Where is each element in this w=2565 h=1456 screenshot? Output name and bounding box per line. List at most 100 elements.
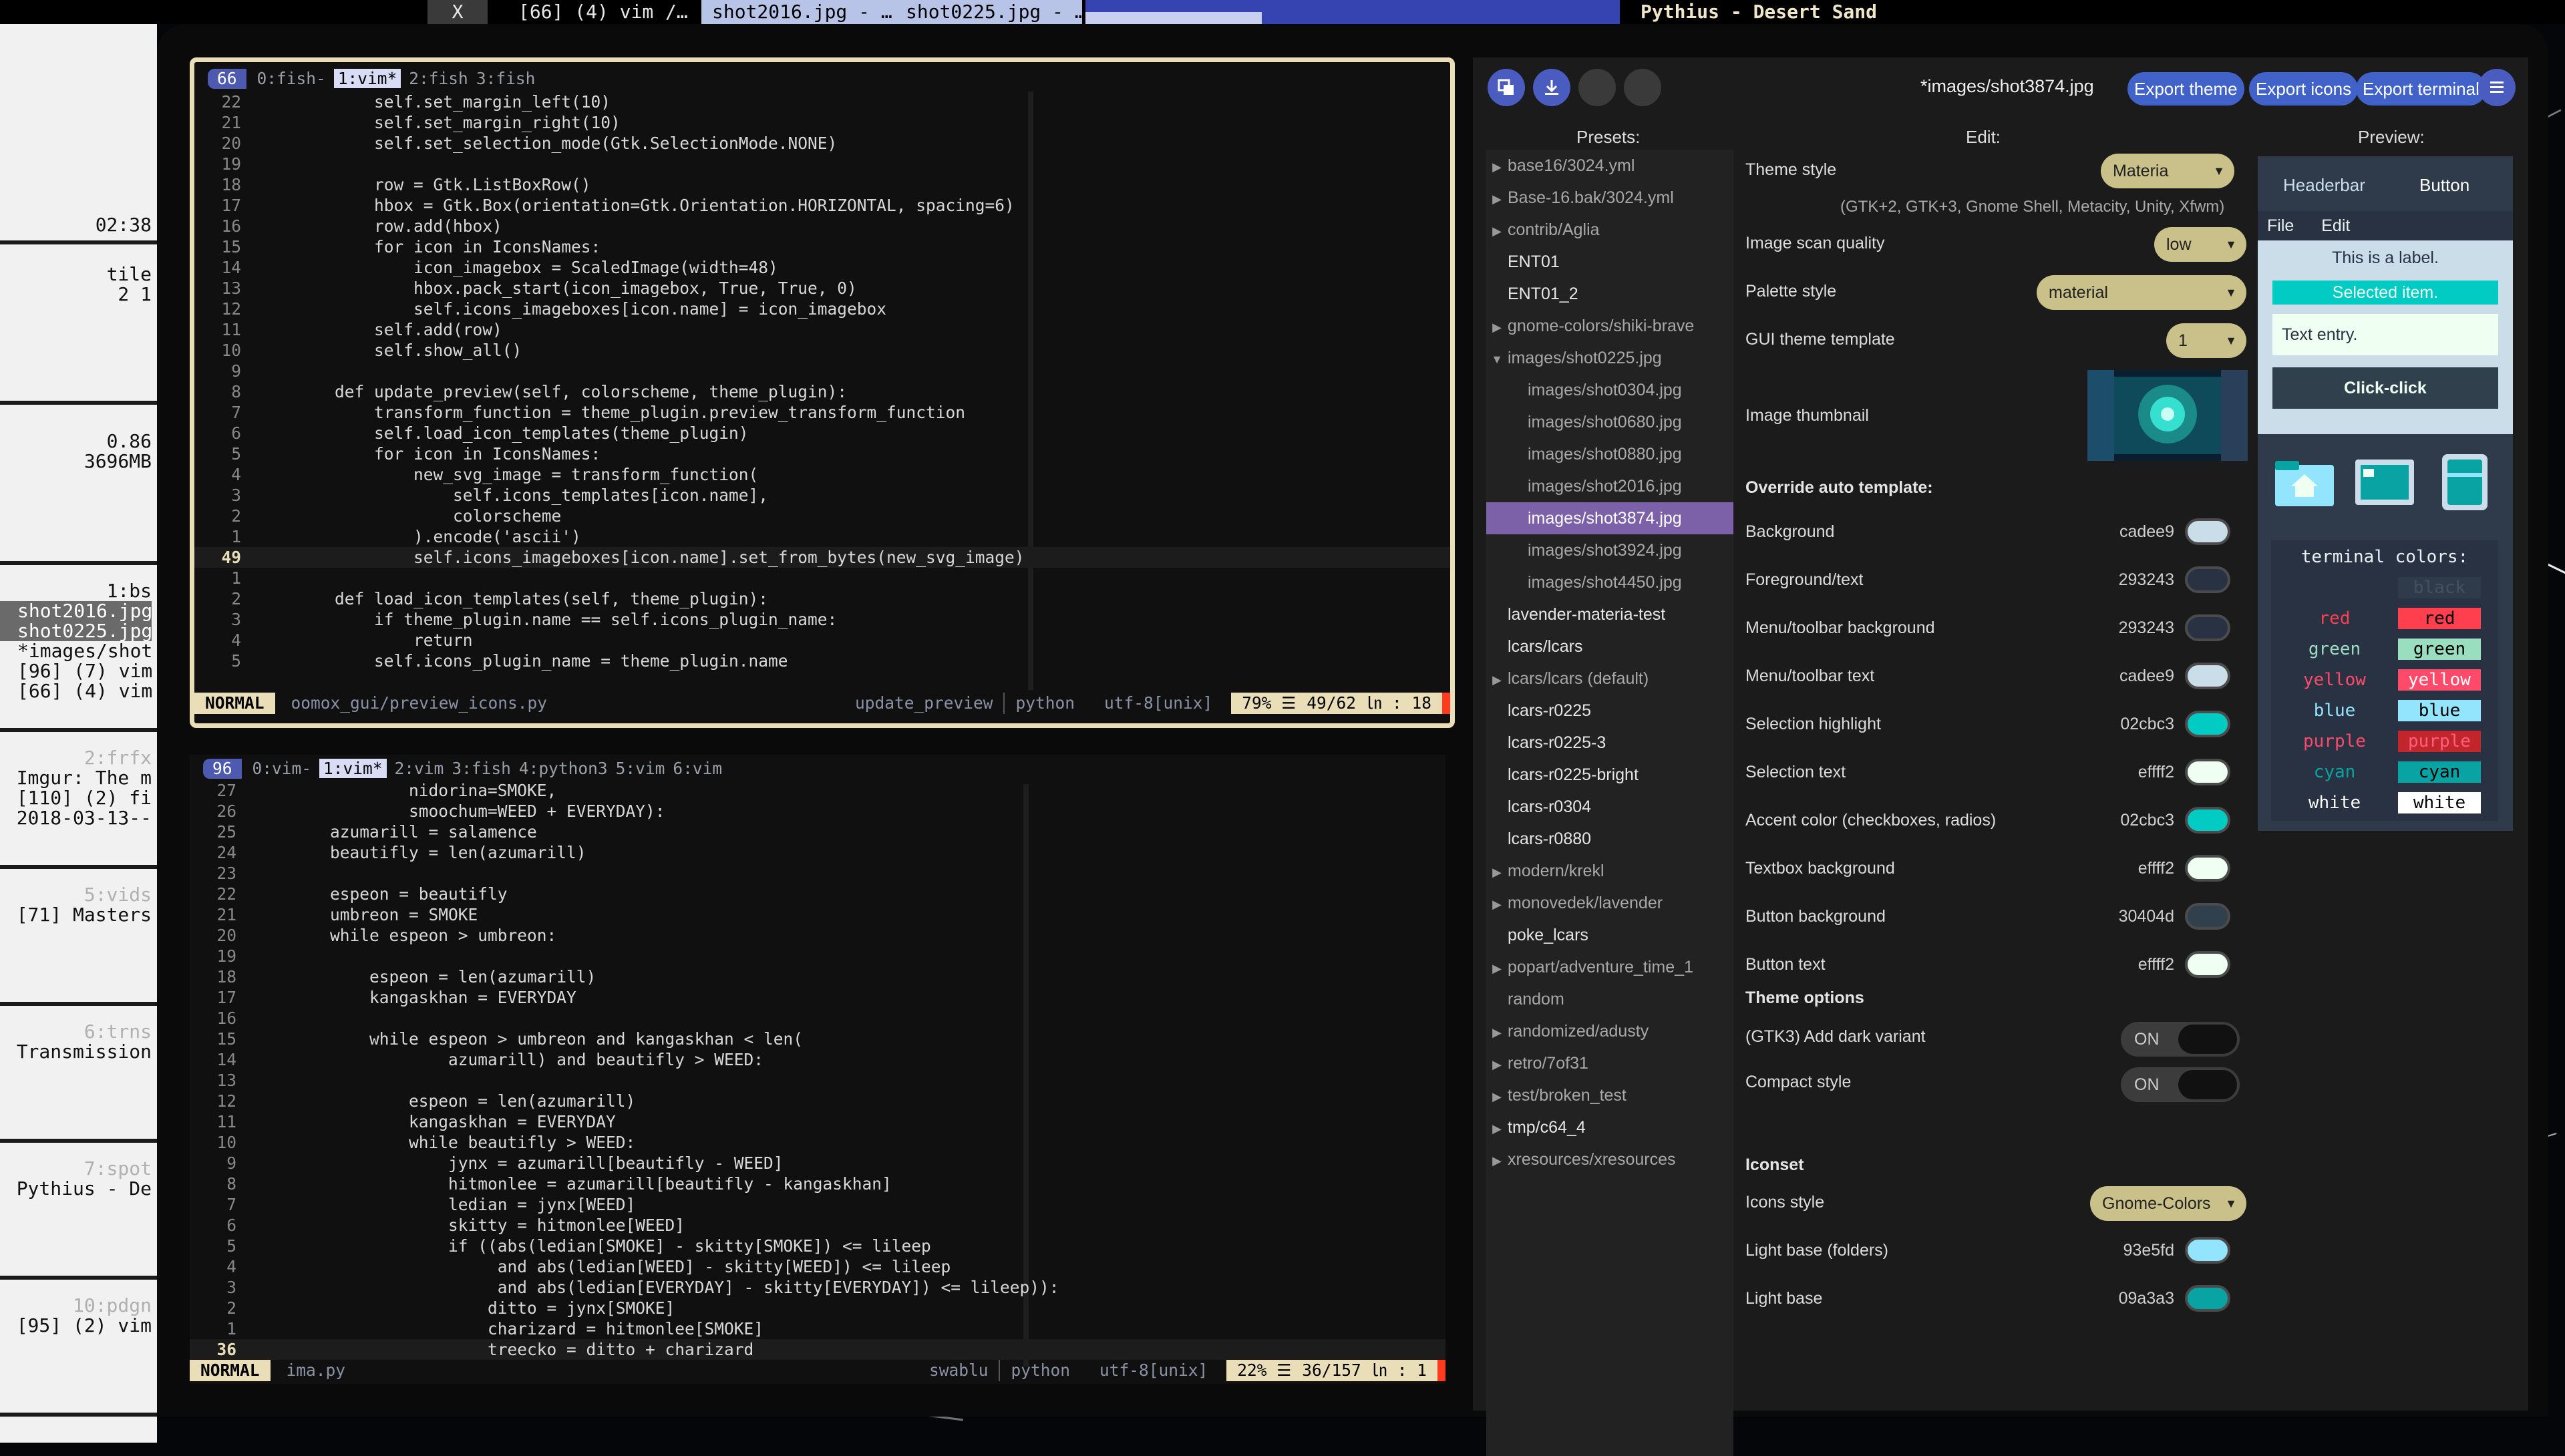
preset-item[interactable]: ▶test/broken_test xyxy=(1486,1079,1733,1111)
preset-item[interactable]: lavender-materia-test xyxy=(1486,598,1733,630)
code-line[interactable]: 4 return xyxy=(194,630,1450,651)
code-line[interactable]: 21 self.set_margin_right(10) xyxy=(194,112,1450,133)
color-swatch-button[interactable] xyxy=(2185,518,2230,545)
expander-icon[interactable]: ▶ xyxy=(1486,856,1508,887)
tmux-tab[interactable]: 2:vim xyxy=(395,759,452,778)
code-line[interactable]: 4 and abs(ledian[WEED] - skitty[WEED]) <… xyxy=(190,1256,1445,1277)
new-preset-button[interactable] xyxy=(1488,69,1525,106)
color-swatch-button[interactable] xyxy=(2185,1237,2230,1264)
code-line[interactable]: 17 kangaskhan = EVERYDAY xyxy=(190,987,1445,1008)
preset-item[interactable]: ▶randomized/adusty xyxy=(1486,1015,1733,1047)
tmux-tab[interactable]: 1:vim* xyxy=(319,759,387,778)
workspace-window[interactable]: Transmission xyxy=(0,1042,152,1062)
code-line[interactable]: 2 def load_icon_templates(self, theme_pl… xyxy=(194,588,1450,609)
taskbar-window-shot0225[interactable]: shot0225.jpg - … xyxy=(895,0,1082,24)
export-icons-button[interactable]: Export icons xyxy=(2249,72,2358,106)
code-line[interactable]: 15 for icon in IconsNames: xyxy=(194,236,1450,257)
workspace-window[interactable]: 2018-03-13-- xyxy=(0,808,152,828)
preset-item[interactable]: ▶monovedek/lavender xyxy=(1486,887,1733,919)
color-swatch-button[interactable] xyxy=(2185,759,2230,785)
color-swatch-button[interactable] xyxy=(2185,711,2230,737)
code-line[interactable]: 3 and abs(ledian[EVERYDAY] - skitty[EVER… xyxy=(190,1277,1445,1298)
presets-list[interactable]: ▶base16/3024.yml▶Base-16.bak/3024.yml▶co… xyxy=(1486,150,1733,1456)
workspace-window[interactable]: *images/shot xyxy=(0,641,152,661)
tmux-tab[interactable]: 6:vim xyxy=(673,759,730,778)
code-line[interactable]: 22 self.set_margin_left(10) xyxy=(194,92,1450,112)
code-line[interactable]: 27 nidorina=SMOKE, xyxy=(190,780,1445,801)
code-line[interactable]: 8 hitmonlee = azumarill[beautifly - kang… xyxy=(190,1173,1445,1194)
tmux-tab[interactable]: 3:fish xyxy=(452,759,519,778)
code-line[interactable]: 2 colorscheme xyxy=(194,506,1450,526)
color-swatch-button[interactable] xyxy=(2185,855,2230,882)
workspace-window[interactable]: shot0225.jpg xyxy=(0,621,152,641)
toggle-switch[interactable]: ON xyxy=(2121,1022,2240,1057)
theme-style-dropdown[interactable]: Materia▼ xyxy=(2101,154,2234,188)
preset-item[interactable]: images/shot4450.jpg xyxy=(1486,566,1733,598)
code-line[interactable]: 6 skitty = hitmonlee[WEED] xyxy=(190,1215,1445,1236)
color-swatch-button[interactable] xyxy=(2185,566,2230,593)
workspace-window[interactable]: Pythius - De xyxy=(0,1179,152,1199)
tmux-tab[interactable]: 0:vim- xyxy=(252,759,320,778)
workspace-group[interactable]: 10:pdgn[95] (2) vim xyxy=(0,1280,157,1417)
expander-icon[interactable]: ▶ xyxy=(1486,311,1508,342)
color-hex-value[interactable]: cadee9 xyxy=(2114,522,2174,542)
preset-item[interactable]: ▶gnome-colors/shiki-brave xyxy=(1486,310,1733,342)
workspace-group[interactable]: 2:frfxImgur: The m[110] (2) fi2018-03-13… xyxy=(0,732,157,869)
color-hex-value[interactable]: 293243 xyxy=(2114,570,2174,590)
workspace-group[interactable]: 1:bsshot2016.jpgshot0225.jpg*images/shot… xyxy=(0,565,157,732)
workspace-window[interactable]: Imgur: The m xyxy=(0,768,152,788)
code-line[interactable]: 21 umbreon = SMOKE xyxy=(190,904,1445,925)
color-swatch-button[interactable] xyxy=(2185,951,2230,978)
scan-quality-dropdown[interactable]: low▼ xyxy=(2154,227,2246,262)
color-swatch-button[interactable] xyxy=(2185,614,2230,641)
workspace-window[interactable]: [95] (2) vim xyxy=(0,1316,152,1336)
color-hex-value[interactable]: effff2 xyxy=(2114,955,2174,974)
workspace-group[interactable]: 7:spotPythius - De xyxy=(0,1143,157,1280)
workspace-window[interactable]: [66] (4) vim xyxy=(0,681,152,701)
code-line[interactable]: 6 self.load_icon_templates(theme_plugin) xyxy=(194,423,1450,443)
vim-pane-bottom[interactable]: 96 0:vim-1:vim*2:vim3:fish4:python35:vim… xyxy=(190,755,1445,1384)
expander-icon[interactable]: ▶ xyxy=(1486,1113,1508,1143)
preset-item[interactable]: lcars/lcars xyxy=(1486,630,1733,663)
preset-item[interactable]: lcars-r0225 xyxy=(1486,695,1733,727)
expander-icon[interactable]: ▶ xyxy=(1486,1145,1508,1175)
preset-item[interactable]: ▼images/shot0225.jpg xyxy=(1486,342,1733,374)
tmux-tab[interactable]: 5:vim xyxy=(616,759,673,778)
code-line[interactable]: 20 while espeon > umbreon: xyxy=(190,925,1445,946)
tmux-tab[interactable]: 2:fish xyxy=(409,69,476,88)
code-line[interactable]: 3 self.icons_templates[icon.name], xyxy=(194,485,1450,506)
code-line[interactable]: 16 row.add(hbox) xyxy=(194,216,1450,236)
preset-item[interactable]: images/shot0880.jpg xyxy=(1486,438,1733,470)
export-terminal-button[interactable]: Export terminal xyxy=(2356,72,2486,106)
remove-button[interactable] xyxy=(1624,69,1661,106)
workspace-window[interactable]: [96] (7) vim xyxy=(0,661,152,681)
color-hex-value[interactable]: effff2 xyxy=(2114,859,2174,878)
expander-icon[interactable]: ▶ xyxy=(1486,151,1508,182)
code-line[interactable]: 14 icon_imagebox = ScaledImage(width=48) xyxy=(194,257,1450,278)
code-line[interactable]: 9 xyxy=(194,361,1450,381)
preset-item[interactable]: images/shot0304.jpg xyxy=(1486,374,1733,406)
workspace-group[interactable]: 5:vids[71] Masters xyxy=(0,869,157,1006)
color-hex-value[interactable]: 293243 xyxy=(2114,618,2174,638)
preset-item[interactable]: ▶base16/3024.yml xyxy=(1486,150,1733,182)
preset-item[interactable]: ▶lcars/lcars (default) xyxy=(1486,663,1733,695)
preset-item[interactable]: lcars-r0880 xyxy=(1486,823,1733,855)
code-line[interactable]: 4 new_svg_image = transform_function( xyxy=(194,464,1450,485)
code-line[interactable]: 7 transform_function = theme_plugin.prev… xyxy=(194,402,1450,423)
code-line[interactable]: 11 kangaskhan = EVERYDAY xyxy=(190,1111,1445,1132)
code-line[interactable]: 7 ledian = jynx[WEED] xyxy=(190,1194,1445,1215)
code-line[interactable]: 17 hbox = Gtk.Box(orientation=Gtk.Orient… xyxy=(194,195,1450,216)
preview-header-button[interactable]: Button xyxy=(2419,175,2469,196)
code-line[interactable]: 49 self.icons_imageboxes[icon.name].set_… xyxy=(194,547,1450,568)
expander-icon[interactable]: ▶ xyxy=(1486,1081,1508,1111)
workspace-window[interactable]: shot2016.jpg xyxy=(0,601,152,621)
preset-item[interactable]: lcars-r0225-bright xyxy=(1486,759,1733,791)
color-swatch-button[interactable] xyxy=(2185,903,2230,930)
code-line[interactable]: 15 while espeon > umbreon and kangaskhan… xyxy=(190,1029,1445,1049)
code-line[interactable]: 19 xyxy=(194,154,1450,174)
code-line[interactable]: 5 for icon in IconsNames: xyxy=(194,443,1450,464)
menu-button[interactable] xyxy=(2478,69,2516,106)
preview-selected-item[interactable]: Selected item. xyxy=(2272,281,2498,305)
preset-item[interactable]: ENT01_2 xyxy=(1486,278,1733,310)
code-line[interactable]: 19 xyxy=(190,946,1445,966)
